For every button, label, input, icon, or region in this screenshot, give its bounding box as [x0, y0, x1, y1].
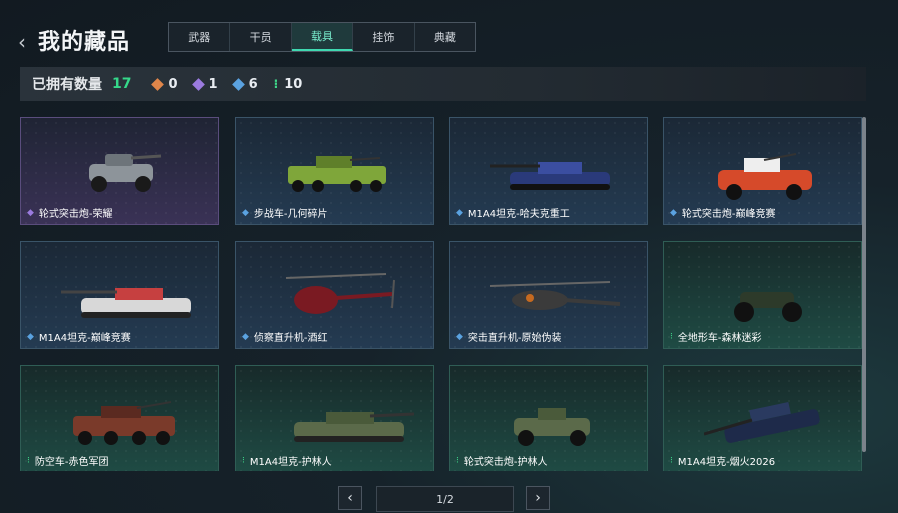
prev-page-button[interactable]: ‹ [338, 486, 362, 510]
vehicle-card[interactable]: ⁝ 轮式突击炮-护林人 [449, 365, 648, 471]
purple-diamond-icon: ◆ [27, 207, 34, 218]
grid-scrollbar[interactable] [862, 117, 866, 452]
back-button[interactable]: ‹ [18, 30, 26, 54]
vehicle-card[interactable]: ⁝ 防空车-赤色军团 [20, 365, 219, 471]
blue-diamond-icon [231, 77, 245, 91]
vehicle-card[interactable]: ◆ 轮式突击炮-巅峰竞赛 [663, 117, 862, 225]
chevron-left-icon: ‹ [347, 490, 353, 506]
green-dots-icon: ⁝ [273, 77, 279, 91]
owned-label: 已拥有数量 [32, 77, 102, 93]
blue-diamond-icon: ◆ [670, 207, 677, 218]
tab-operators[interactable]: 干员 [230, 23, 292, 51]
vehicle-card[interactable]: ⁝ M1A4坦克-烟火2026 [663, 365, 862, 471]
tank-image [294, 412, 415, 442]
tab-vehicles[interactable]: 载具 [291, 23, 354, 51]
tank-image [490, 162, 610, 190]
owned-stats-bar: 已拥有数量 17 0 1 6 ⁝ 10 [20, 67, 866, 101]
green-dots-icon: ⁝ [242, 455, 245, 466]
tab-charms[interactable]: 挂饰 [353, 23, 415, 51]
vehicle-grid: ◆ 轮式突击炮-荣耀 ◆ 步战车-几何碎片 ◆ M1A4坦克-哈夫克重工 ◆ 轮式突击炮… [20, 117, 864, 471]
vehicle-card[interactable]: ◆ M1A4坦克-巅峰竞赛 [20, 241, 219, 349]
atv-image [734, 292, 802, 322]
scout-helicopter-image [285, 273, 395, 314]
rarity-blue-count: 6 [231, 77, 258, 92]
orange-diamond-icon [151, 77, 165, 91]
category-tabs: 武器 干员 载具 挂饰 典藏 [168, 22, 476, 52]
tank-image [61, 288, 191, 318]
attack-helicopter-image [490, 281, 621, 310]
vehicle-card[interactable]: ◆ 步战车-几何碎片 [235, 117, 434, 225]
anti-air-vehicle-image [73, 401, 175, 445]
wheeled-assault-gun-image [89, 154, 162, 192]
green-dots-icon: ⁝ [670, 455, 673, 466]
chevron-right-icon: › [535, 490, 541, 506]
chevron-left-icon: ‹ [18, 30, 26, 54]
infantry-fighting-vehicle-image [288, 156, 386, 192]
rarity-purple-count: 1 [191, 77, 218, 92]
tab-collection[interactable]: 典藏 [415, 23, 475, 51]
blue-diamond-icon: ◆ [27, 331, 34, 342]
rarity-green-count: ⁝ 10 [273, 76, 303, 92]
page-indicator: 1/2 [376, 486, 514, 512]
wheeled-assault-gun-image [718, 153, 812, 200]
next-page-button[interactable]: › [526, 486, 550, 510]
green-dots-icon: ⁝ [27, 455, 30, 466]
tank-image [704, 401, 820, 443]
vehicle-card[interactable]: ⁝ 全地形车-森林迷彩 [663, 241, 862, 349]
blue-diamond-icon: ◆ [242, 331, 249, 342]
blue-diamond-icon: ◆ [456, 207, 463, 218]
vehicle-card[interactable]: ◆ 轮式突击炮-荣耀 [20, 117, 219, 225]
owned-count: 17 [112, 76, 132, 92]
rarity-orange-count: 0 [151, 77, 178, 92]
purple-diamond-icon [191, 77, 205, 91]
blue-diamond-icon: ◆ [456, 331, 463, 342]
green-dots-icon: ⁝ [670, 331, 673, 342]
vehicle-card[interactable]: ⁝ M1A4坦克-护林人 [235, 365, 434, 471]
tab-weapons[interactable]: 武器 [169, 23, 231, 51]
blue-diamond-icon: ◆ [242, 207, 249, 218]
vehicle-card[interactable]: ◆ M1A4坦克-哈夫克重工 [449, 117, 648, 225]
vehicle-card[interactable]: ◆ 突击直升机-原始伪装 [449, 241, 648, 349]
wheeled-assault-gun-image [514, 408, 590, 446]
vehicle-card[interactable]: ◆ 侦察直升机-酒红 [235, 241, 434, 349]
page-title: 我的藏品 [38, 30, 131, 55]
green-dots-icon: ⁝ [456, 455, 459, 466]
